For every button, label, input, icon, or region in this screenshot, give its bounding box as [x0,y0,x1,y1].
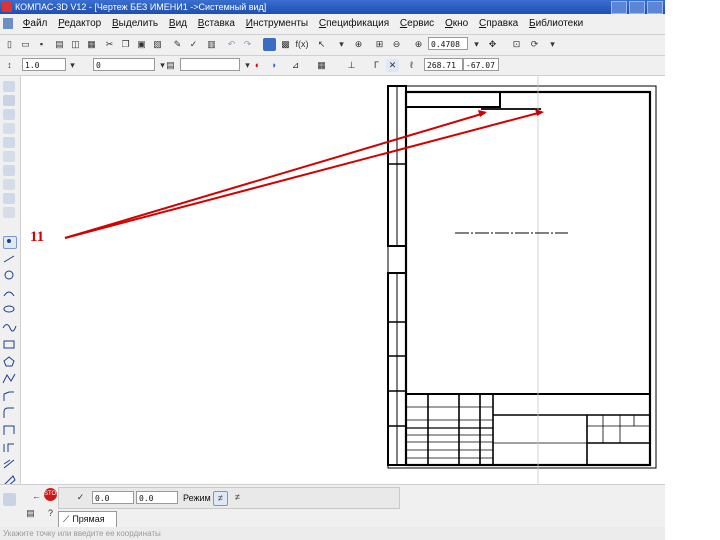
redo-icon[interactable]: ↷ [241,38,254,51]
left-side-stamp [387,85,407,466]
tab-line[interactable]: ⟋ Прямая [58,511,117,528]
check-icon[interactable]: ✓ [187,38,200,51]
doc-icon [3,17,13,29]
annotation-arrows [64,109,544,239]
menu-select[interactable]: Выделить [108,14,162,34]
window-title: КОМПАС-3D V12 - [Чертеж БЕЗ ИМЕНИ1 ->Сис… [15,2,267,12]
mode-two-icon[interactable]: ≠ [231,491,244,504]
status-hint: Укажите точку или введите ее координаты [0,527,665,540]
undo-icon[interactable]: ↶ [225,38,238,51]
menu-service[interactable]: Сервис [396,14,438,34]
grid-icon[interactable]: ▦ [315,59,328,72]
coord-system-icon[interactable]: Γ [370,59,383,72]
coord-y-field[interactable]: -67.07 [463,58,499,71]
compact-toolbar [0,76,21,506]
dropdown-arrow-icon[interactable]: ▾ [335,38,348,51]
zoom-dropdown-icon[interactable]: ▾ [470,38,483,51]
point-x-field[interactable]: 0.0 [92,491,134,504]
open-folder-icon[interactable]: ▭ [19,38,32,51]
zoom-in-icon[interactable]: ⊕ [352,38,365,51]
layer-field[interactable]: 0 [93,58,155,71]
local-snap-icon[interactable]: ◑ [267,59,280,72]
format-painter-icon[interactable]: ✎ [171,38,184,51]
save-icon[interactable]: ▪ [35,38,48,51]
print-icon[interactable]: ▤ [53,38,66,51]
function-icon[interactable]: f(x) [295,38,309,51]
manual-icon[interactable]: ▤ [24,507,37,520]
pin-panel-icon[interactable] [3,493,16,506]
drawing-canvas[interactable]: 11 [21,76,665,484]
round-icon[interactable]: ✕ [386,59,399,72]
line-tab-icon: ⟋ [63,514,70,524]
drawing-marks [455,76,568,484]
annotation-label: 11 [30,229,45,245]
new-document-icon[interactable]: ▯ [3,38,16,51]
ortho-icon[interactable]: ⊿ [289,59,302,72]
point-y-field[interactable]: 0.0 [136,491,178,504]
object-list-icon[interactable]: ▥ [205,38,218,51]
title-bar: КОМПАС-3D V12 - [Чертеж БЕЗ ИМЕНИ1 ->Сис… [0,0,665,14]
snap-icon[interactable]: ◐ [251,59,264,72]
menu-help[interactable]: Справка [475,14,522,34]
layers-icon[interactable]: ▤ [164,59,177,72]
property-panel: ← STOP ▤ ? ✓ 0.0 0.0 Режим ≠ ≠ ⟋ Прямая [0,484,665,528]
drawing-svg[interactable] [21,76,665,484]
zoom-scale-icon[interactable]: ⊕ [412,38,425,51]
standard-toolbar: ▯ ▭ ▪ ▤ ◫ ▦ ✂ ❐ ▣ ▧ ✎ ✓ ▥ ↶ ↷ ▩ f(x) ↖ ▾… [0,35,665,56]
help-pointer-icon[interactable]: ↖ [315,38,328,51]
empty-right-area [665,0,720,540]
style-field[interactable]: 1.0 [22,58,66,71]
help-icon[interactable]: ? [44,507,57,520]
pan-icon[interactable]: ✥ [486,38,499,51]
paste-icon[interactable]: ▣ [135,38,148,51]
preview-icon[interactable]: ◫ [69,38,82,51]
show-all-icon[interactable]: ⊡ [510,38,523,51]
menu-insert[interactable]: Вставка [194,14,239,34]
close-button[interactable] [647,1,663,14]
format-toolbar: ↕ 1.0 ▾ 0 ▾ ▤ ▾ ◐ ◑ ⊿ ▦ ⊥ Γ ✕ ℓ 268.71 -… [0,56,665,76]
mode-one-icon[interactable]: ≠ [213,491,228,506]
title-block [405,393,651,466]
window-controls [609,1,663,14]
kompas-app-icon [2,2,12,12]
menu-edit[interactable]: Редактор [54,14,105,34]
menu-specification[interactable]: Спецификация [315,14,393,34]
maximize-button[interactable] [629,1,645,14]
menu-window[interactable]: Окно [441,14,472,34]
angle-icon[interactable]: ⊥ [345,59,358,72]
menu-bar: Файл Редактор Выделить Вид Вставка Инстр… [0,14,665,35]
line-style-field[interactable] [180,58,240,71]
zoom-out-icon[interactable]: ⊖ [390,38,403,51]
coord-x-field[interactable]: 268.71 [424,58,463,71]
refresh-icon[interactable]: ⟳ [528,38,541,51]
copy-icon[interactable]: ❐ [119,38,132,51]
point-lock-icon[interactable]: ✓ [74,491,87,504]
menu-view[interactable]: Вид [165,14,191,34]
style-dropdown-icon[interactable]: ▾ [66,59,79,72]
zoom-window-icon[interactable]: ⊞ [373,38,386,51]
coord-lock-icon[interactable]: ℓ [405,59,418,72]
stop-icon[interactable]: STOP [44,488,60,501]
properties-icon[interactable]: ▧ [151,38,164,51]
cut-icon[interactable]: ✂ [103,38,116,51]
minimize-button[interactable] [611,1,627,14]
menu-libraries[interactable]: Библиотеки [525,14,587,34]
snap-point-icon[interactable]: ← [30,490,43,503]
tree-icon[interactable] [263,38,276,51]
zoom-field[interactable]: 0.4708 [428,37,468,50]
line-tab-label: Прямая [72,514,105,524]
menu-tools[interactable]: Инструменты [242,14,312,34]
mode-label: Режим [183,493,211,503]
menu-file[interactable]: Файл [19,14,52,34]
variables-icon[interactable]: ▩ [279,38,292,51]
layout-icon[interactable]: ▦ [85,38,98,51]
tool-glyphs [2,239,17,488]
toolbar-options-icon[interactable]: ▾ [546,38,559,51]
cursor-icon[interactable]: ↕ [3,59,16,72]
